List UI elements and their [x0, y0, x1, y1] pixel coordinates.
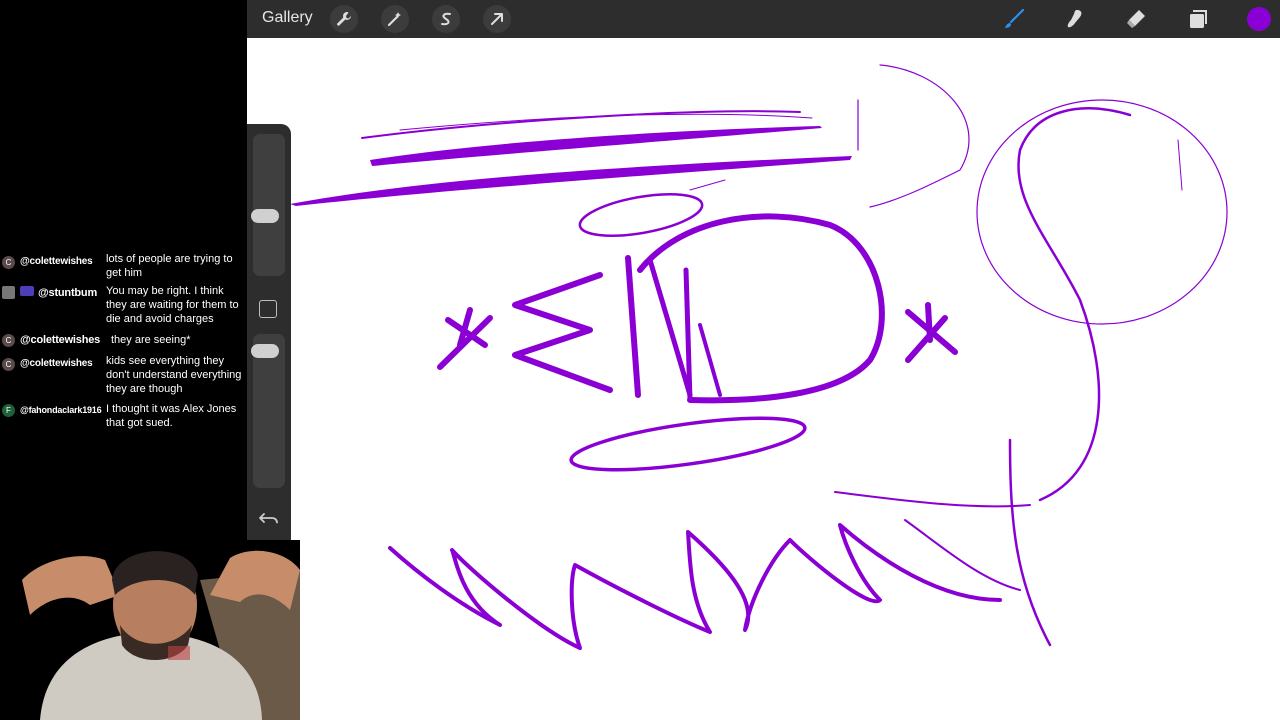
gallery-button[interactable]: Gallery	[262, 9, 313, 27]
stroke-circle-right	[976, 99, 1228, 325]
stroke-big-d	[637, 213, 885, 404]
chat-text: You may be right. I think they are waiti…	[106, 285, 239, 325]
member-badge-icon	[20, 286, 34, 296]
stroke-star-left	[437, 307, 493, 370]
drawing-canvas[interactable]	[247, 38, 1280, 720]
chat-text: I thought it was Alex Jones that got sue…	[106, 403, 237, 429]
avatar: C	[2, 358, 15, 371]
chat-username: @colettewishes	[20, 358, 93, 369]
avatar: C	[2, 334, 15, 347]
avatar: C	[2, 256, 15, 269]
stroke-swoosh	[1017, 107, 1132, 502]
undo-icon[interactable]	[258, 510, 280, 528]
chat-text: lots of people are trying to get him	[106, 253, 233, 279]
webcam-overlay	[0, 540, 300, 720]
stroke-star-right	[905, 302, 958, 363]
top-toolbar: Gallery	[247, 0, 1280, 38]
transform-arrow-icon[interactable]	[483, 5, 511, 33]
chat-username: @colettewishes	[20, 256, 93, 267]
opacity-slider[interactable]	[251, 334, 285, 488]
brush-size-thumb[interactable]	[251, 209, 279, 223]
chat-username: @colettewishes	[20, 334, 101, 346]
opacity-thumb[interactable]	[251, 344, 279, 358]
modify-button[interactable]	[259, 300, 277, 318]
selection-icon[interactable]	[432, 5, 460, 33]
streamer-video	[0, 540, 300, 720]
artwork	[290, 64, 1228, 650]
smudge-icon[interactable]	[1061, 5, 1089, 33]
layers-icon[interactable]	[1184, 5, 1212, 33]
color-picker-swatch[interactable]	[1247, 7, 1271, 31]
stroke-letter-e	[512, 272, 613, 393]
brush-size-slider[interactable]	[251, 134, 285, 276]
stroke-ellipse-lower	[569, 416, 807, 472]
chat-username: @stuntbum	[38, 287, 98, 299]
eraser-icon[interactable]	[1122, 5, 1150, 33]
stroke-zigzag	[388, 523, 1002, 650]
avatar	[2, 286, 15, 299]
chat-text: they are seeing*	[111, 334, 191, 346]
brush-icon[interactable]	[1000, 5, 1028, 33]
avatar: F	[2, 404, 15, 417]
brush-sidebar	[247, 124, 291, 550]
chat-username: @fahondaclark1916	[20, 405, 102, 415]
stroke-sweep-2	[370, 126, 822, 166]
wrench-icon[interactable]	[330, 5, 358, 33]
magic-wand-icon[interactable]	[381, 5, 409, 33]
chat-text: kids see everything they don't understan…	[106, 355, 242, 395]
